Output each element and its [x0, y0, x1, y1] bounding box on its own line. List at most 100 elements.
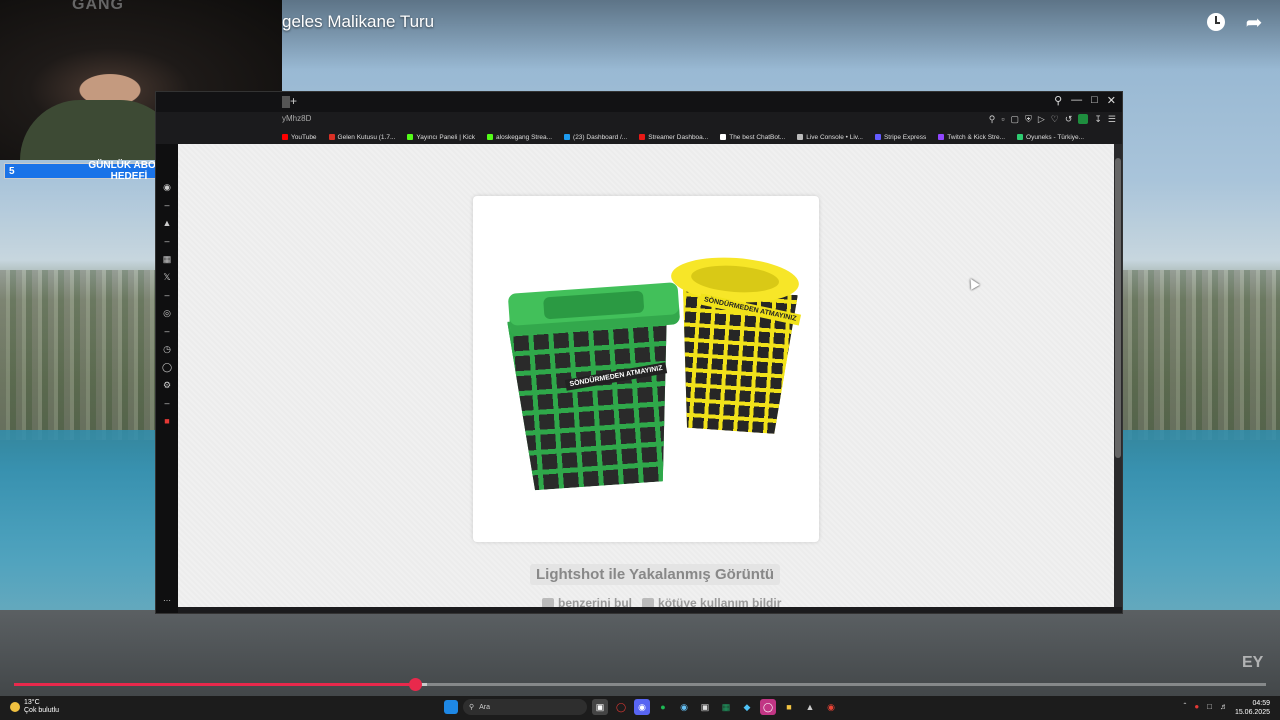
live-console-icon: [797, 134, 804, 140]
spotify-icon[interactable]: ●: [655, 699, 671, 715]
channel-watermark: EY: [1242, 654, 1264, 671]
file-explorer-icon[interactable]: ■: [781, 699, 797, 715]
watch-later-icon[interactable]: [1204, 10, 1228, 34]
scrollbar-thumb[interactable]: [1115, 158, 1121, 458]
bookmark-item[interactable]: Live Console • Liv...: [797, 130, 863, 144]
bookmark-item[interactable]: Streamer Dashboa...: [639, 130, 708, 144]
discord-icon[interactable]: ◉: [634, 699, 650, 715]
report-abuse-link[interactable]: kötüye kullanım bildir: [642, 596, 781, 607]
chatbot-icon: [720, 134, 727, 140]
arrow-icon[interactable]: ▲: [162, 218, 172, 228]
bookmarks-bar: YouTube Gelen Kutusu (1.7... Yayıncı Pan…: [282, 130, 1122, 144]
system-tray: ˆ ● □ ♬: [1184, 702, 1228, 711]
gmail-icon: [328, 134, 335, 140]
extension-icon[interactable]: ▫: [1001, 114, 1004, 125]
system-clock[interactable]: 04:59 15.06.2025: [1235, 699, 1270, 717]
maximize-icon[interactable]: □: [1091, 94, 1098, 107]
bookmark-item[interactable]: Stripe Express: [874, 130, 926, 144]
goal-current: 5: [9, 165, 15, 177]
youtube-icon[interactable]: ■: [162, 416, 172, 426]
new-tab-icon[interactable]: +: [290, 94, 297, 108]
profile-icon[interactable]: [1078, 114, 1089, 124]
find-similar-link[interactable]: benzerini bul: [542, 596, 632, 607]
lightshot-links: benzerini bul kötüye kullanım bildir: [542, 596, 781, 607]
url-text[interactable]: yMhz8D: [282, 114, 311, 123]
windows-taskbar: 13°C Çok bulutlu ⚲ Ara ▣ ◯ ◉ ● ◉ ▣ ▦ ◆ ◯…: [0, 696, 1280, 720]
steam-icon[interactable]: ◉: [676, 699, 692, 715]
window-controls: ⚲ — □ ✕: [1054, 94, 1116, 107]
video-title: geles Malikane Turu: [282, 12, 435, 31]
excel-icon[interactable]: ▦: [718, 699, 734, 715]
bookmark-item[interactable]: Twitch & Kick Stre...: [938, 130, 1005, 144]
instagram-icon[interactable]: ◯: [760, 699, 776, 715]
stripe-icon: [874, 134, 881, 140]
divider: –: [164, 200, 170, 210]
bookmark-item[interactable]: Oyuneks - Türkiye...: [1017, 130, 1084, 144]
youtube-icon: [282, 134, 288, 140]
bookmark-item[interactable]: YouTube: [282, 130, 317, 144]
twitch-icon[interactable]: ▦: [162, 254, 172, 264]
history-icon[interactable]: ↺: [1065, 114, 1073, 125]
divider: –: [164, 236, 170, 246]
scrubber-handle[interactable]: [408, 678, 422, 691]
chrome-icon[interactable]: ◉: [823, 699, 839, 715]
share-icon[interactable]: ➦: [1242, 10, 1266, 34]
taskbar-search[interactable]: ⚲ Ara: [463, 699, 587, 715]
city-view-right: [1122, 270, 1280, 440]
more-icon[interactable]: ⋯: [163, 596, 171, 605]
app-icon[interactable]: ◆: [739, 699, 755, 715]
bookmark-item[interactable]: Gelen Kutusu (1.7...: [328, 130, 395, 144]
weather-desc: Çok bulutlu: [24, 707, 60, 714]
opera-icon[interactable]: ◯: [613, 699, 629, 715]
volume-icon[interactable]: ♬: [1220, 702, 1228, 711]
browser-sidebar: ◉ – ▲ – ▦ 𝕏 – ◎ – ◷ ◯ ⚙ – ■ ⋯: [156, 144, 178, 613]
microphone-icon[interactable]: ●: [1194, 702, 1199, 711]
clock-icon[interactable]: ◷: [162, 344, 172, 354]
weather-temp: 13°C: [24, 699, 40, 706]
heart-icon[interactable]: ♡: [1051, 114, 1059, 125]
oyuneks-icon: [1017, 134, 1024, 140]
green-ashtray-grid: [507, 311, 678, 492]
menu-icon[interactable]: ☰: [1108, 114, 1116, 125]
download-icon[interactable]: ↧: [1094, 114, 1102, 125]
x-icon[interactable]: 𝕏: [162, 272, 172, 282]
shield-icon[interactable]: ⛨: [1025, 114, 1032, 125]
chat-icon[interactable]: ◯: [162, 362, 172, 372]
lightshot-title: Lightshot ile Yakalanmış Görüntü: [530, 564, 781, 585]
bookmark-item[interactable]: (23) Dashboard /...: [564, 130, 627, 144]
page-scrollbar[interactable]: [1114, 144, 1122, 607]
target-icon[interactable]: ◎: [162, 308, 172, 318]
lightshot-page: SÖNDÜRMEDEN ATMAYINIZ SÖNDÜRMEDEN ATMAYI…: [178, 144, 1114, 607]
weather-widget[interactable]: 13°C Çok bulutlu: [10, 699, 59, 715]
bookmark-item[interactable]: aloskegang Strea...: [487, 130, 552, 144]
video-progress-bar[interactable]: [14, 678, 1266, 691]
windows-start-icon[interactable]: [444, 700, 458, 714]
kick-icon: [407, 134, 414, 140]
zoom-icon[interactable]: ⚲: [989, 114, 996, 125]
settings-icon[interactable]: ⚙: [162, 380, 172, 390]
twitch-icon: [938, 134, 945, 140]
task-view-icon[interactable]: ▣: [592, 699, 608, 715]
kick-icon: [487, 134, 494, 140]
bookmark-item[interactable]: Yayıncı Paneli | Kick: [407, 130, 475, 144]
webcam-overlay-text: GANG: [72, 0, 124, 13]
obs-icon[interactable]: ▣: [697, 699, 713, 715]
active-tab[interactable]: [282, 96, 290, 108]
taskbar-apps: ⚲ Ara ▣ ◯ ◉ ● ◉ ▣ ▦ ◆ ◯ ■ ▲ ◉: [444, 699, 839, 715]
app-icon[interactable]: ▲: [802, 699, 818, 715]
bookmark-item[interactable]: The best ChatBot...: [720, 130, 785, 144]
screenshot-icon[interactable]: ▢: [1011, 114, 1020, 125]
network-icon[interactable]: □: [1207, 702, 1212, 711]
clock-date: 15.06.2025: [1234, 709, 1270, 716]
minimize-icon[interactable]: —: [1071, 94, 1082, 107]
chevron-up-icon[interactable]: ˆ: [1184, 702, 1187, 711]
address-bar[interactable]: yMhz8D ⚲ ▫ ▢ ⛨ ▷ ♡ ↺ ↧ ☰: [276, 112, 1122, 130]
close-icon[interactable]: ✕: [1107, 94, 1116, 107]
search-tabs-icon[interactable]: ⚲: [1054, 94, 1062, 107]
play-icon[interactable]: ▷: [1038, 114, 1045, 125]
messenger-icon[interactable]: ◉: [162, 182, 172, 192]
search-icon: ⚲: [469, 704, 475, 711]
screenshot-image[interactable]: SÖNDÜRMEDEN ATMAYINIZ SÖNDÜRMEDEN ATMAYI…: [473, 196, 819, 542]
clock-time: 04:59: [1252, 700, 1270, 707]
divider: –: [164, 290, 170, 300]
